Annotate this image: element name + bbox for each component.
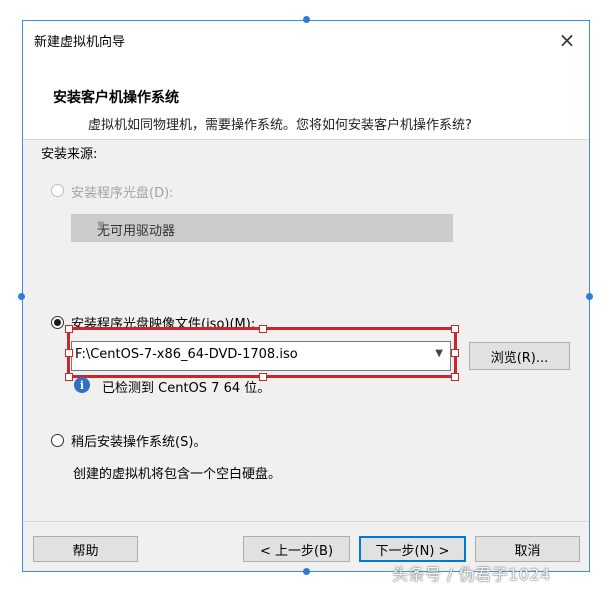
- resize-handle: [65, 325, 73, 333]
- frame-handle: [303, 16, 310, 23]
- window-title: 新建虚拟机向导: [34, 35, 126, 50]
- frame-handle: [303, 568, 310, 575]
- resize-handle: [65, 373, 73, 381]
- page-subtitle: 虚拟机如同物理机，需要操作系统。您将如何安装客户机操作系统?: [88, 118, 472, 133]
- resize-handle: [65, 349, 73, 357]
- later-note: 创建的虚拟机将包含一个空白硬盘。: [73, 467, 282, 482]
- frame-handle: [586, 293, 593, 300]
- later-option-label: 稍后安装操作系统(S)。: [71, 435, 207, 450]
- footer-divider: [23, 521, 589, 522]
- red-highlight-box: [67, 327, 457, 378]
- cancel-button[interactable]: 取消: [475, 536, 580, 562]
- resize-handle: [451, 325, 459, 333]
- browse-button[interactable]: 浏览(R)...: [469, 342, 570, 370]
- later-radio[interactable]: [51, 434, 64, 447]
- iso-radio[interactable]: [51, 316, 64, 329]
- new-vm-wizard-dialog: 新建虚拟机向导 × 安装客户机操作系统 虚拟机如同物理机，需要操作系统。您将如何…: [22, 20, 590, 572]
- install-source-label: 安装来源:: [41, 147, 98, 162]
- disc-radio[interactable]: [51, 184, 64, 197]
- back-button[interactable]: < 上一步(B): [243, 536, 350, 562]
- disc-drive-select[interactable]: 无可用驱动器 ▼: [71, 214, 453, 242]
- resize-handle: [259, 325, 267, 333]
- disc-option-label: 安装程序光盘(D):: [71, 186, 174, 201]
- wizard-header: 安装客户机操作系统 虚拟机如同物理机，需要操作系统。您将如何安装客户机操作系统?: [23, 59, 589, 140]
- detect-status: 已检测到 CentOS 7 64 位。: [102, 381, 271, 396]
- info-icon: i: [74, 377, 90, 393]
- frame-handle: [18, 293, 25, 300]
- next-button[interactable]: 下一步(N) >: [359, 536, 466, 562]
- close-icon[interactable]: ×: [545, 21, 589, 59]
- title-bar: 新建虚拟机向导 ×: [23, 21, 589, 59]
- resize-handle: [451, 349, 459, 357]
- help-button[interactable]: 帮助: [33, 536, 138, 562]
- chevron-down-icon: ▼: [97, 220, 105, 231]
- page-title: 安装客户机操作系统: [53, 90, 179, 106]
- resize-handle: [451, 373, 459, 381]
- watermark: 头条号 / 伪君子1024: [392, 565, 551, 584]
